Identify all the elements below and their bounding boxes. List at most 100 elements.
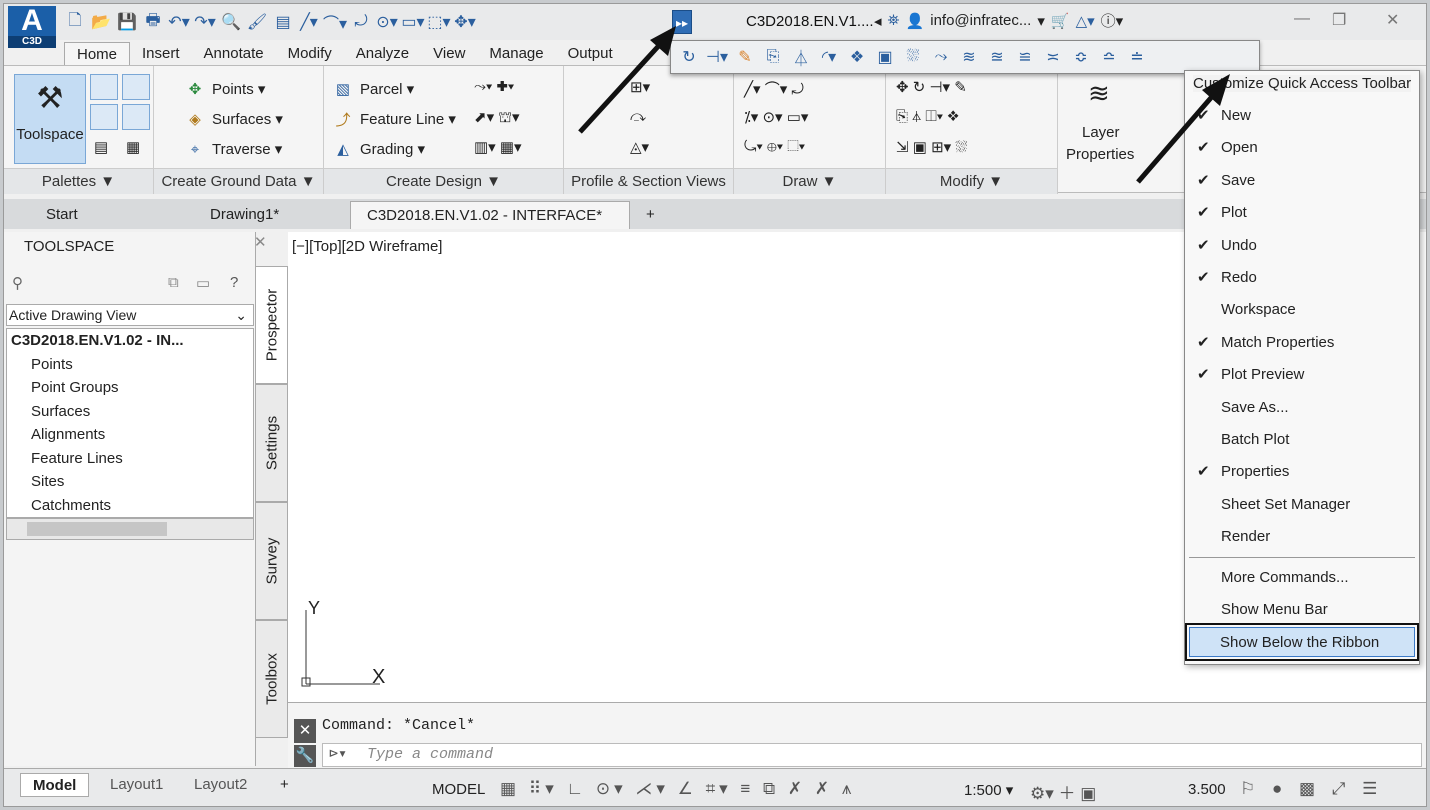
tab-drawing1[interactable]: Drawing1* ✕ xyxy=(194,201,344,251)
trim-icon[interactable]: ⊣▾ xyxy=(705,46,729,68)
layer-match-icon[interactable]: ≋ xyxy=(957,46,981,68)
rectangle-icon[interactable]: ▭▾ xyxy=(401,11,424,33)
modify-panel-title[interactable]: Modify ▼ xyxy=(886,168,1057,194)
tree-item-point-groups[interactable]: Point Groups xyxy=(7,376,253,400)
toolspace-button[interactable]: ⚒ Toolspace xyxy=(14,74,86,164)
status-tray-icons[interactable]: ⚐ ● ▩ ⤢ ☰ xyxy=(1240,779,1383,799)
command-input[interactable]: ⊳▾ Type a command xyxy=(322,743,1422,767)
tab-settings-side[interactable]: Settings xyxy=(256,384,288,502)
tab-model[interactable]: Model xyxy=(20,773,90,797)
profile-icon[interactable]: ⬈▾ ⛫▾ xyxy=(474,108,520,128)
polyline-icon[interactable]: ⤾ xyxy=(350,11,372,33)
lineweight-value[interactable]: 3.500 xyxy=(1188,781,1226,798)
tree-item-feature-lines[interactable]: Feature Lines xyxy=(7,447,253,471)
close-button[interactable]: ✕ xyxy=(1386,10,1399,30)
palettes-panel-title[interactable]: Palettes ▼ xyxy=(4,168,153,194)
layer-freeze-icon[interactable]: ≍ xyxy=(1041,46,1065,68)
join-icon[interactable]: ⤳ xyxy=(929,46,953,68)
model-space-button[interactable]: MODEL xyxy=(432,781,485,798)
layer-properties-label1[interactable]: Layer xyxy=(1082,124,1120,141)
search-icon[interactable]: ⚲ xyxy=(12,274,23,292)
parcel-button[interactable]: ▧ Parcel ▾ xyxy=(332,78,414,100)
menu-item-more-commands[interactable]: More Commands... xyxy=(1185,563,1419,593)
minimize-button[interactable]: — xyxy=(1294,10,1310,28)
layer-lock-icon[interactable]: ≎ xyxy=(1069,46,1093,68)
menu-item-show-below-ribbon[interactable]: Show Below the Ribbon xyxy=(1185,623,1419,661)
annotation-scale[interactable]: 1:500 ▾ xyxy=(964,781,1013,799)
line-icon[interactable]: ╱▾ xyxy=(298,11,320,33)
match-properties-icon[interactable]: 🖌 xyxy=(246,11,268,33)
view-select[interactable]: Active Drawing View ⌄ xyxy=(6,304,254,326)
draw-hatch-icon[interactable]: ⤿▾ ⊕▾ ⬚▾ xyxy=(744,138,805,155)
tab-view[interactable]: View xyxy=(421,42,477,66)
surfaces-button[interactable]: ◈ Surfaces ▾ xyxy=(184,108,283,130)
erase-icon[interactable]: ✎ xyxy=(733,46,757,68)
menu-item[interactable]: ✔ Match Properties xyxy=(1185,328,1419,358)
alignment-icon[interactable]: ⤳▾ ✚▾ xyxy=(474,78,514,95)
tree-item-sites[interactable]: Sites xyxy=(7,470,253,494)
redo-icon[interactable]: ↷▾ xyxy=(194,11,216,33)
draw-line-icon[interactable]: ╱▾ ⌒▾ ⤾ xyxy=(744,78,804,99)
array-icon[interactable]: ❖ xyxy=(845,46,869,68)
wrench-icon[interactable]: 🔧 xyxy=(294,745,316,767)
horizontal-scrollbar[interactable] xyxy=(6,518,254,540)
menu-item[interactable]: ✔ Undo xyxy=(1185,231,1419,261)
modify-move-icon[interactable]: ✥ ↻ ⊣▾ ✎ xyxy=(896,78,967,96)
user-account[interactable]: info@infratec... xyxy=(930,12,1031,29)
tab-insert[interactable]: Insert xyxy=(130,42,192,66)
modify-stretch-icon[interactable]: ⇲ ▣ ⊞▾ ⛆ xyxy=(896,138,967,156)
traverse-button[interactable]: ⌖ Traverse ▾ xyxy=(184,138,283,160)
prospector-palette-icon[interactable] xyxy=(90,74,118,100)
tab-home[interactable]: Home xyxy=(64,42,131,66)
tab-layout1[interactable]: Layout1 xyxy=(98,773,175,797)
drafting-tools[interactable]: ▦ ⠿▾ ∟ ⊙▾ ⋌▾ ∠ ⌗▾ ≡ ⧉ ✗ ✗ ⩚ xyxy=(500,779,855,799)
arc-icon[interactable]: ⌒▾ xyxy=(323,11,347,33)
ground-data-panel-title[interactable]: Create Ground Data ▼ xyxy=(154,168,323,194)
mirror-icon[interactable]: ⏃ xyxy=(789,46,813,68)
menu-item[interactable]: Save As... xyxy=(1185,393,1419,423)
tab-start[interactable]: Start xyxy=(30,201,190,229)
corridor-icon[interactable]: ▥▾ ▦▾ xyxy=(474,138,522,156)
menu-item-show-menu-bar[interactable]: Show Menu Bar xyxy=(1185,595,1419,625)
grading-button[interactable]: ◭ Grading ▾ xyxy=(332,138,425,160)
menu-item[interactable]: ✔ Properties xyxy=(1185,457,1419,487)
modify-copy-icon[interactable]: ⎘ ⏃ ◫▾ ❖ xyxy=(896,108,959,125)
layer-off-icon[interactable]: ≌ xyxy=(1013,46,1037,68)
tab-active-drawing[interactable]: C3D2018.EN.V1.02 - INTERFACE* ✕ xyxy=(350,201,630,252)
save-icon[interactable]: 💾 xyxy=(116,11,138,33)
menu-item[interactable]: ✔ Plot Preview xyxy=(1185,360,1419,390)
undo-icon[interactable]: ↶▾ xyxy=(168,11,190,33)
draw-panel-title[interactable]: Draw ▼ xyxy=(734,168,885,194)
settings-gear-icon[interactable]: ⚙▾ ＋ ▣ xyxy=(1030,779,1096,804)
search-binoculars-icon[interactable]: ⛯ xyxy=(888,12,900,29)
restore-button[interactable]: ❐ xyxy=(1332,10,1346,30)
settings-palette-icon[interactable] xyxy=(122,74,150,100)
layer-iso-icon[interactable]: ≊ xyxy=(985,46,1009,68)
plot-preview-icon[interactable]: 🔍 xyxy=(220,11,242,33)
draw-circle-icon[interactable]: ⁒▾ ⊙▾ ▭▾ xyxy=(744,108,808,126)
properties-icon[interactable]: ▤ xyxy=(272,11,294,33)
layer-palette-icon[interactable]: ▦ xyxy=(126,138,140,156)
properties-palette-icon[interactable]: ▤ xyxy=(94,138,108,156)
menu-item[interactable]: ✔ Plot xyxy=(1185,198,1419,228)
viewport-controls[interactable]: [−][Top][2D Wireframe] xyxy=(292,238,442,255)
feature-line-button[interactable]: ⤴ Feature Line ▾ xyxy=(332,108,455,130)
hatch-icon[interactable]: ⬚▾ xyxy=(427,11,450,33)
menu-item[interactable]: ✔ Redo xyxy=(1185,263,1419,293)
menu-item[interactable]: Batch Plot xyxy=(1185,425,1419,455)
tab-modify[interactable]: Modify xyxy=(276,42,344,66)
tree-item-drawing[interactable]: C3D2018.EN.V1.02 - IN... xyxy=(7,329,253,353)
tree-view-icon[interactable]: ⧉ xyxy=(168,274,179,291)
chevron-down-icon[interactable]: ▾ xyxy=(1037,12,1045,30)
circle-icon[interactable]: ⊙▾ xyxy=(376,11,398,33)
help-icon[interactable]: ? xyxy=(230,274,238,291)
item-view-icon[interactable]: ▭ xyxy=(196,274,210,292)
plot-icon[interactable]: 🖶 xyxy=(142,11,164,33)
close-command-icon[interactable]: ✕ xyxy=(294,719,316,743)
tab-analyze[interactable]: Analyze xyxy=(344,42,421,66)
user-icon[interactable]: 👤 xyxy=(906,12,925,30)
app-logo[interactable]: A C3D xyxy=(8,6,56,48)
tab-layout2[interactable]: Layout2 xyxy=(182,773,259,797)
a360-icon[interactable]: △▾ xyxy=(1076,12,1095,30)
help-icon[interactable]: ⓘ▾ xyxy=(1101,10,1124,31)
